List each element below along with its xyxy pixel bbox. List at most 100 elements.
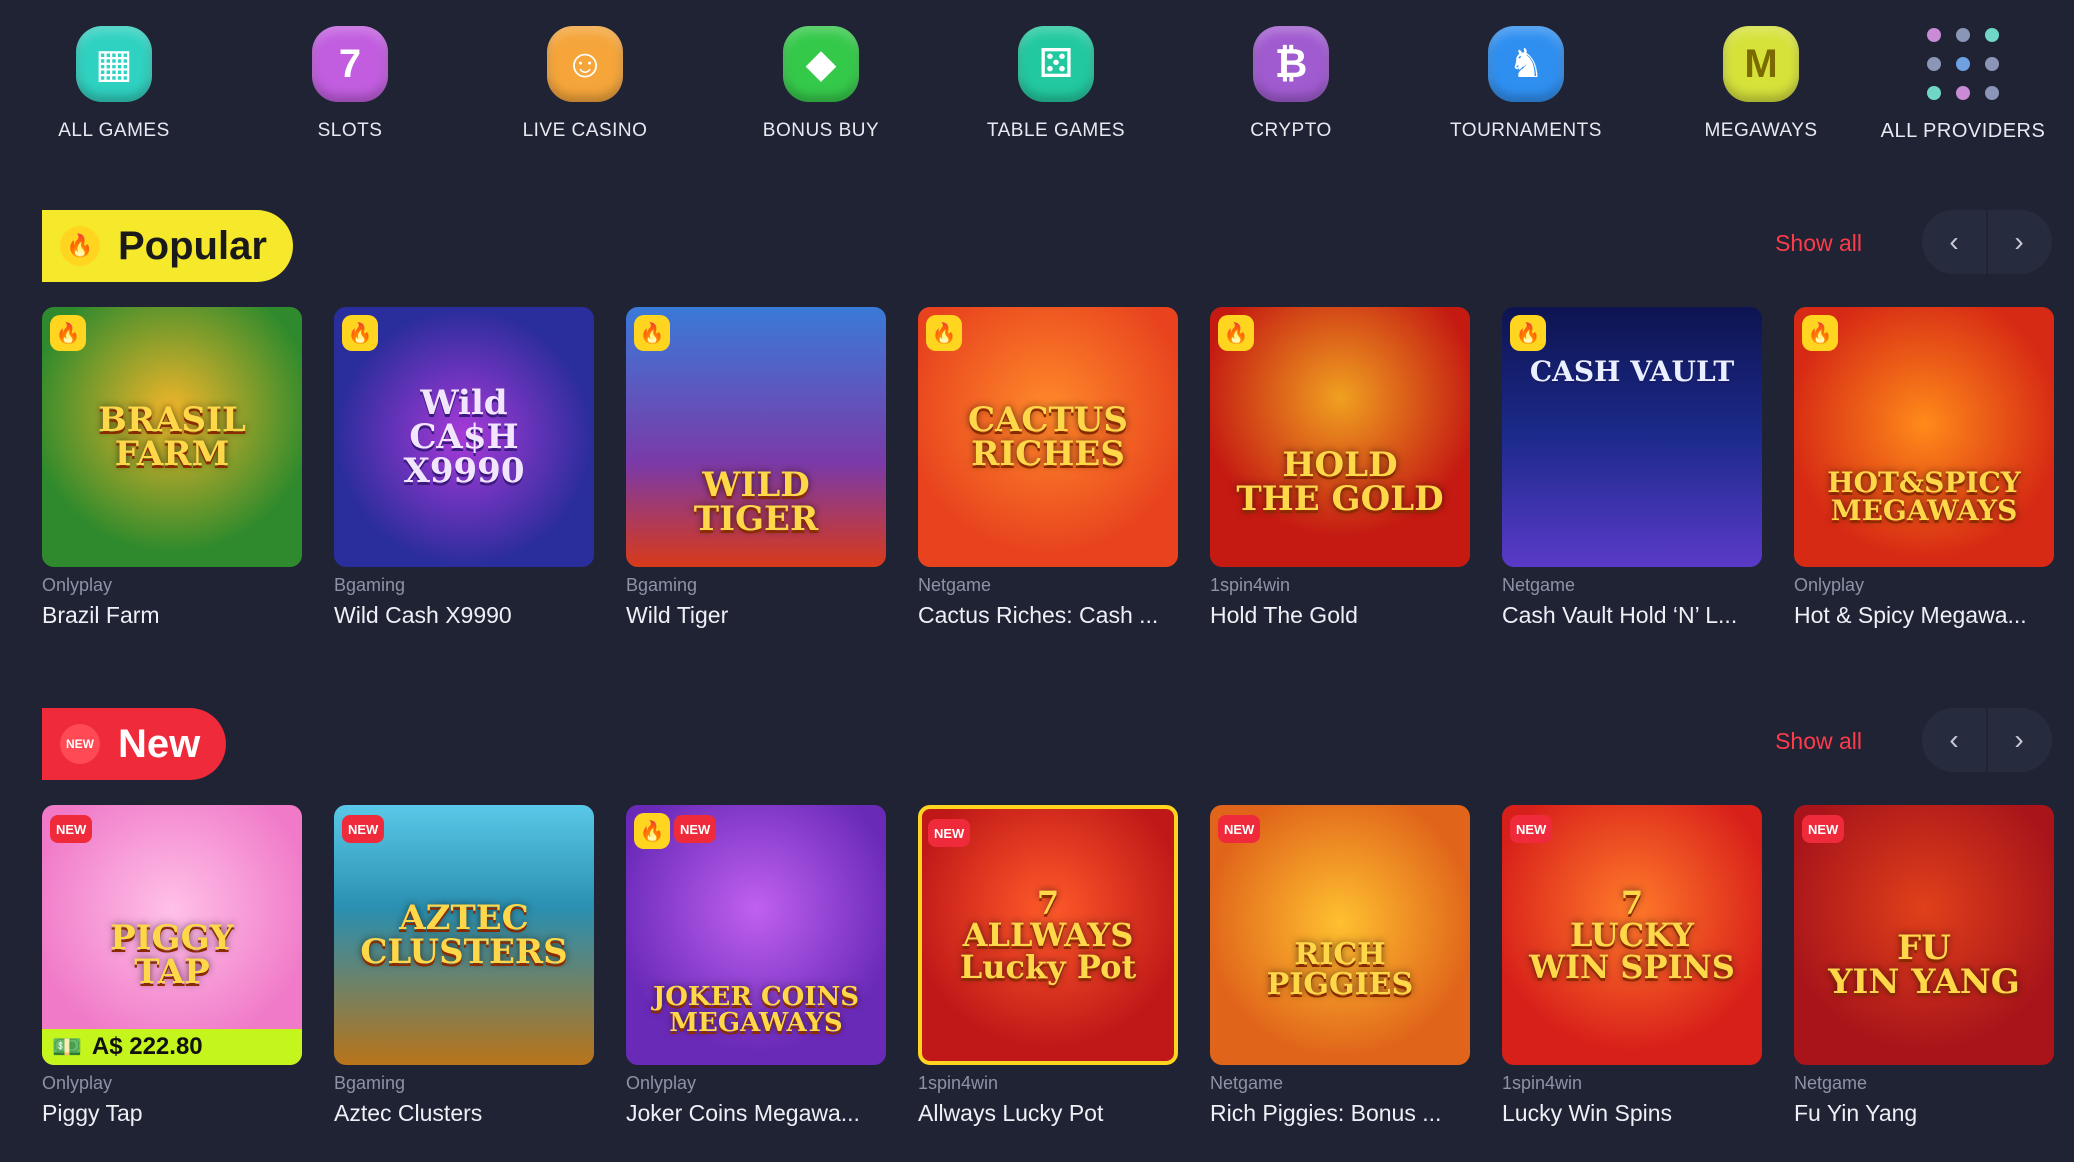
game-card[interactable]: FU YIN YANG NEW Netgame Fu Yin Yang [1794, 805, 2054, 1135]
game-name: Hot & Spicy Megawa... [1794, 602, 2027, 628]
chevron-left-icon[interactable]: ‹ [1922, 210, 1986, 274]
new-games-row: PIGGY TAP NEW 💵 A$ 222.80 Onlyplay Piggy… [42, 805, 2054, 1135]
chevron-left-icon[interactable]: ‹ [1922, 708, 1986, 772]
jackpot-amount: A$ 222.80 [91, 1033, 203, 1060]
game-name: Joker Coins Megawa... [626, 1100, 860, 1126]
game-art-title: RICH PIGGIES [1266, 937, 1414, 1002]
game-card[interactable]: JOKER COINS MEGAWAYS 🔥 NEW Onlyplay Joke… [626, 805, 886, 1135]
game-card[interactable]: 7 LUCKY WIN SPINS NEW 1spin4win Lucky Wi… [1502, 805, 1762, 1135]
category-all-providers[interactable]: ALL PROVIDERS [1858, 26, 2068, 146]
game-name: Brazil Farm [42, 602, 160, 628]
popular-show-all-link[interactable]: Show all [1775, 230, 1862, 257]
fire-icon: 🔥 [1802, 315, 1838, 351]
game-card[interactable]: CASH VAULT 🔥 Netgame Cash Vault Hold ‘N’… [1502, 307, 1762, 637]
game-card[interactable]: PIGGY TAP NEW 💵 A$ 222.80 Onlyplay Piggy… [42, 805, 302, 1135]
category-label: BONUS BUY [762, 120, 880, 141]
category-label: ALL PROVIDERS [1880, 120, 2046, 142]
game-thumbnail[interactable]: FU YIN YANG NEW [1794, 805, 2054, 1065]
game-thumbnail[interactable]: AZTEC CLUSTERS NEW [334, 805, 594, 1065]
game-art-title: BRASIL FARM [98, 400, 246, 474]
category-label: MEGAWAYS [1704, 120, 1818, 141]
cash-icon: 💵 [52, 1033, 82, 1061]
fire-icon: 🔥 [50, 315, 86, 351]
new-badge: NEW [928, 819, 971, 847]
game-name: Fu Yin Yang [1794, 1100, 1918, 1126]
category-table-games[interactable]: ⚄ TABLE GAMES [951, 26, 1161, 146]
category-nav: ▦ ALL GAMES 7 SLOTS ☺ LIVE CASINO ◆ BONU… [0, 0, 2074, 150]
game-provider: Bgaming [334, 575, 406, 595]
new-show-all-link[interactable]: Show all [1775, 728, 1862, 755]
category-crypto[interactable]: ₿ CRYPTO [1186, 26, 1396, 146]
game-card[interactable]: HOLD THE GOLD 🔥 1spin4win Hold The Gold [1210, 307, 1470, 637]
game-name: Hold The Gold [1210, 602, 1358, 628]
fire-icon: 🔥 [634, 813, 670, 849]
game-name: Piggy Tap [42, 1100, 143, 1126]
category-label: TOURNAMENTS [1450, 120, 1602, 141]
game-thumbnail[interactable]: PIGGY TAP NEW 💵 A$ 222.80 [42, 805, 302, 1065]
game-name: Cactus Riches: Cash ... [918, 602, 1159, 628]
category-label: SLOTS [317, 120, 383, 141]
game-art-title: CASH VAULT [1529, 355, 1735, 388]
game-card[interactable]: Wild CA$H X9990 🔥 Bgaming Wild Cash X999… [334, 307, 594, 637]
game-provider: Onlyplay [1794, 575, 1865, 595]
new-badge: NEW [674, 815, 717, 843]
fire-icon: 🔥 [342, 315, 378, 351]
category-label: CRYPTO [1250, 120, 1332, 141]
game-provider: Netgame [918, 575, 992, 595]
new-carousel-arrows: ‹ › [1922, 708, 2052, 772]
game-art-title: HOLD THE GOLD [1236, 445, 1444, 519]
game-thumbnail[interactable]: HOT&SPICY MEGAWAYS 🔥 [1794, 307, 2054, 567]
game-thumbnail[interactable]: RICH PIGGIES NEW [1210, 805, 1470, 1065]
fire-icon: 🔥 [634, 315, 670, 351]
game-provider: Onlyplay [42, 1073, 113, 1093]
chevron-right-icon[interactable]: › [1986, 210, 2050, 274]
slot-machine-icon: 7 [312, 26, 388, 102]
game-provider: Bgaming [626, 575, 698, 595]
game-thumbnail[interactable]: Wild CA$H X9990 🔥 [334, 307, 594, 567]
game-card[interactable]: HOT&SPICY MEGAWAYS 🔥 Onlyplay Hot & Spic… [1794, 307, 2054, 637]
game-thumbnail[interactable]: 7 LUCKY WIN SPINS NEW [1502, 805, 1762, 1065]
game-card[interactable]: BRASIL FARM 🔥 Onlyplay Brazil Farm [42, 307, 302, 637]
game-art-title: Wild CA$H X9990 [403, 383, 525, 491]
popular-games-row: BRASIL FARM 🔥 Onlyplay Brazil Farm Wild … [42, 307, 2054, 637]
game-provider: 1spin4win [918, 1073, 999, 1093]
new-badge-icon: NEW [60, 724, 100, 764]
category-slots[interactable]: 7 SLOTS [245, 26, 455, 146]
popular-section-header: 🔥 Popular Show all ‹ › [42, 210, 2052, 284]
game-card[interactable]: 7 ALLWAYS Lucky Pot NEW 1spin4win Allway… [918, 805, 1178, 1135]
game-provider: Netgame [1502, 575, 1576, 595]
category-tournaments[interactable]: ♞ TOURNAMENTS [1421, 26, 1631, 146]
jackpot-banner: 💵 A$ 222.80 [42, 1029, 302, 1065]
game-thumbnail[interactable]: BRASIL FARM 🔥 [42, 307, 302, 567]
megaways-m-icon: M [1723, 26, 1799, 102]
game-art-title: PIGGY TAP [110, 918, 234, 992]
game-card[interactable]: AZTEC CLUSTERS NEW Bgaming Aztec Cluster… [334, 805, 594, 1135]
game-card[interactable]: RICH PIGGIES NEW Netgame Rich Piggies: B… [1210, 805, 1470, 1135]
game-thumbnail[interactable]: HOLD THE GOLD 🔥 [1210, 307, 1470, 567]
new-badge: NEW [342, 815, 385, 843]
section-title: Popular [118, 223, 267, 268]
game-thumbnail[interactable]: 7 ALLWAYS Lucky Pot NEW [918, 805, 1178, 1065]
game-card[interactable]: WILD TIGER 🔥 Bgaming Wild Tiger [626, 307, 886, 637]
category-megaways[interactable]: M MEGAWAYS [1656, 26, 1866, 146]
game-card[interactable]: CACTUS RICHES 🔥 Netgame Cactus Riches: C… [918, 307, 1178, 637]
new-badge: NEW [1510, 815, 1553, 843]
game-art-title: 7 LUCKY WIN SPINS [1529, 884, 1735, 986]
game-thumbnail[interactable]: WILD TIGER 🔥 [626, 307, 886, 567]
game-thumbnail[interactable]: CASH VAULT 🔥 [1502, 307, 1762, 567]
game-thumbnail[interactable]: CACTUS RICHES 🔥 [918, 307, 1178, 567]
game-name: Cash Vault Hold ‘N’ L... [1502, 602, 1738, 628]
popular-title-pill: 🔥 Popular [42, 210, 293, 282]
game-art-title: 7 ALLWAYS Lucky Pot [959, 884, 1137, 986]
game-art-title: JOKER COINS MEGAWAYS [652, 982, 860, 1038]
chevron-right-icon[interactable]: › [1986, 708, 2050, 772]
new-badge: NEW [1218, 815, 1261, 843]
category-label: ALL GAMES [58, 120, 170, 141]
category-label: TABLE GAMES [986, 120, 1126, 141]
category-all-games[interactable]: ▦ ALL GAMES [9, 26, 219, 146]
game-provider: Onlyplay [42, 575, 113, 595]
category-bonus-buy[interactable]: ◆ BONUS BUY [716, 26, 926, 146]
game-name: Wild Tiger [626, 602, 729, 628]
category-live-casino[interactable]: ☺ LIVE CASINO [480, 26, 690, 146]
game-thumbnail[interactable]: JOKER COINS MEGAWAYS 🔥 NEW [626, 805, 886, 1065]
